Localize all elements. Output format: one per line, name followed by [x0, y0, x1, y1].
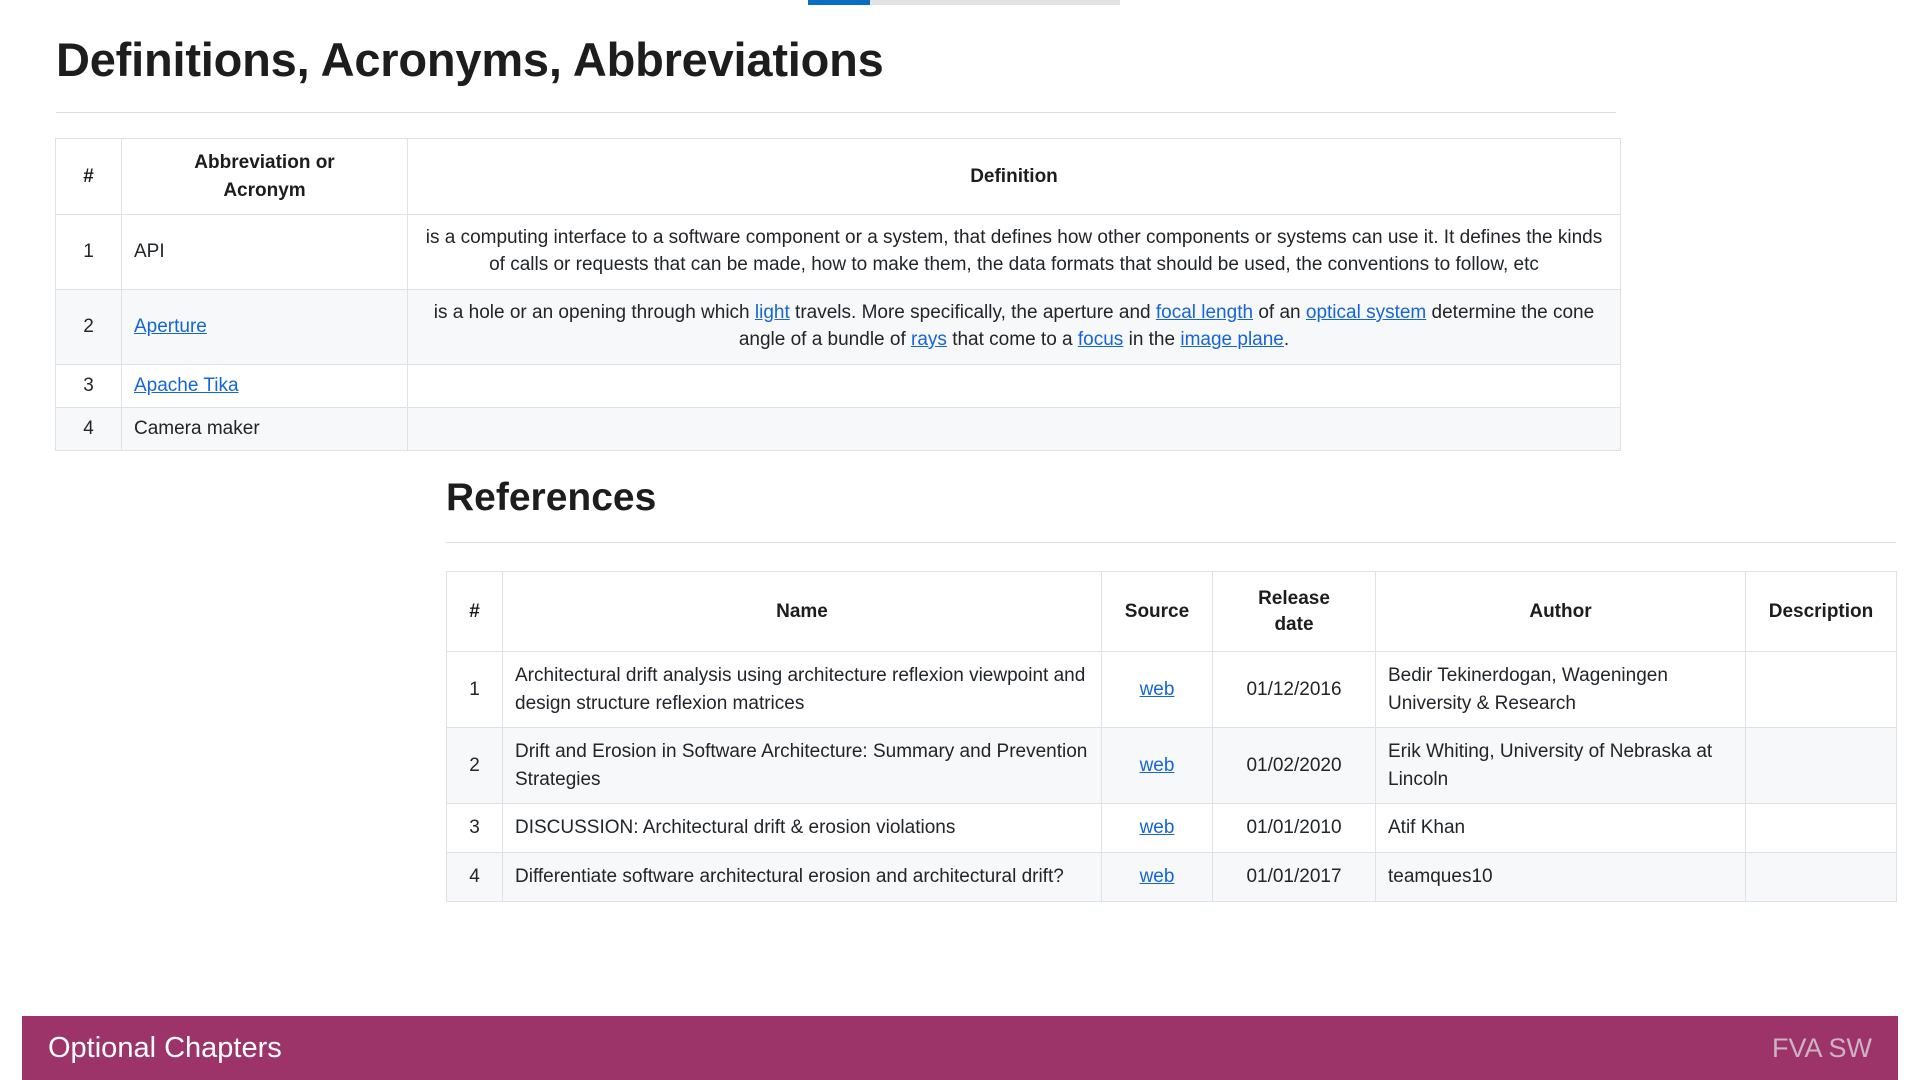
reference-row-release-date: 01/12/2016 — [1212, 651, 1376, 729]
reference-source-link[interactable]: web — [1140, 817, 1175, 838]
references-title: References — [446, 476, 657, 519]
references-col-author: Author — [1375, 570, 1746, 653]
reference-row-description — [1745, 852, 1897, 902]
references-col-release-date-line1: Release — [1258, 588, 1330, 609]
table-row: 4 Differentiate software architectural e… — [446, 852, 1897, 902]
references-col-release-date-line2: date — [1274, 613, 1314, 635]
references-table-body: 1 Architectural drift analysis using arc… — [446, 651, 1897, 902]
reference-row-description — [1745, 803, 1897, 854]
reference-row-name: Differentiate software architectural ero… — [502, 852, 1102, 902]
references-table: # Name Source Release date Author Descri… — [446, 570, 1897, 902]
references-col-number: # — [446, 570, 503, 653]
reference-row-author: teamques10 — [1375, 852, 1746, 902]
reference-row-release-date: 01/01/2017 — [1212, 852, 1376, 902]
reference-row-source: web — [1101, 803, 1213, 854]
table-row: 3 DISCUSSION: Architectural drift & eros… — [446, 803, 1897, 854]
table-row: 2 Drift and Erosion in Software Architec… — [446, 727, 1897, 805]
reference-row-number: 1 — [446, 651, 503, 729]
reference-row-author: Atif Khan — [1375, 803, 1746, 854]
reference-source-link[interactable]: web — [1140, 866, 1175, 887]
references-slide: References # Name Source Release date Au… — [0, 0, 1920, 1080]
reference-row-number: 4 — [446, 852, 503, 902]
references-col-description: Description — [1745, 570, 1897, 653]
references-table-container: # Name Source Release date Author Descri… — [446, 570, 1897, 902]
reference-row-description — [1745, 727, 1897, 805]
references-title-divider — [446, 542, 1896, 543]
reference-row-description — [1745, 651, 1897, 729]
reference-row-source: web — [1101, 852, 1213, 902]
reference-row-number: 2 — [446, 727, 503, 805]
slide-stage: Definitions, Acronyms, Abbreviations # A… — [0, 0, 1920, 1080]
footer-chapter-label: Optional Chapters — [48, 1031, 282, 1064]
references-col-source: Source — [1101, 570, 1213, 653]
table-row: 1 Architectural drift analysis using arc… — [446, 651, 1897, 729]
reference-row-source: web — [1101, 727, 1213, 805]
reference-row-name: Architectural drift analysis using archi… — [502, 651, 1102, 729]
footer-brand-label: FVA SW — [1771, 1032, 1872, 1063]
reference-row-author: Bedir Tekinerdogan, Wageningen Universit… — [1375, 651, 1746, 729]
reference-row-author: Erik Whiting, University of Nebraska at … — [1375, 727, 1746, 805]
footer-bar: Optional Chapters FVA SW — [22, 1016, 1898, 1080]
references-table-header-row: # Name Source Release date Author Descri… — [446, 570, 1897, 653]
reference-row-release-date: 01/01/2010 — [1212, 803, 1376, 854]
reference-source-link[interactable]: web — [1140, 679, 1175, 700]
references-col-release-date: Release date — [1212, 570, 1376, 653]
reference-row-number: 3 — [446, 803, 503, 854]
reference-row-release-date: 01/02/2020 — [1212, 727, 1376, 805]
references-col-name: Name — [502, 570, 1102, 653]
reference-row-name: DISCUSSION: Architectural drift & erosio… — [502, 803, 1102, 854]
reference-source-link[interactable]: web — [1140, 755, 1175, 776]
reference-row-source: web — [1101, 651, 1213, 729]
reference-row-name: Drift and Erosion in Software Architectu… — [502, 727, 1102, 805]
